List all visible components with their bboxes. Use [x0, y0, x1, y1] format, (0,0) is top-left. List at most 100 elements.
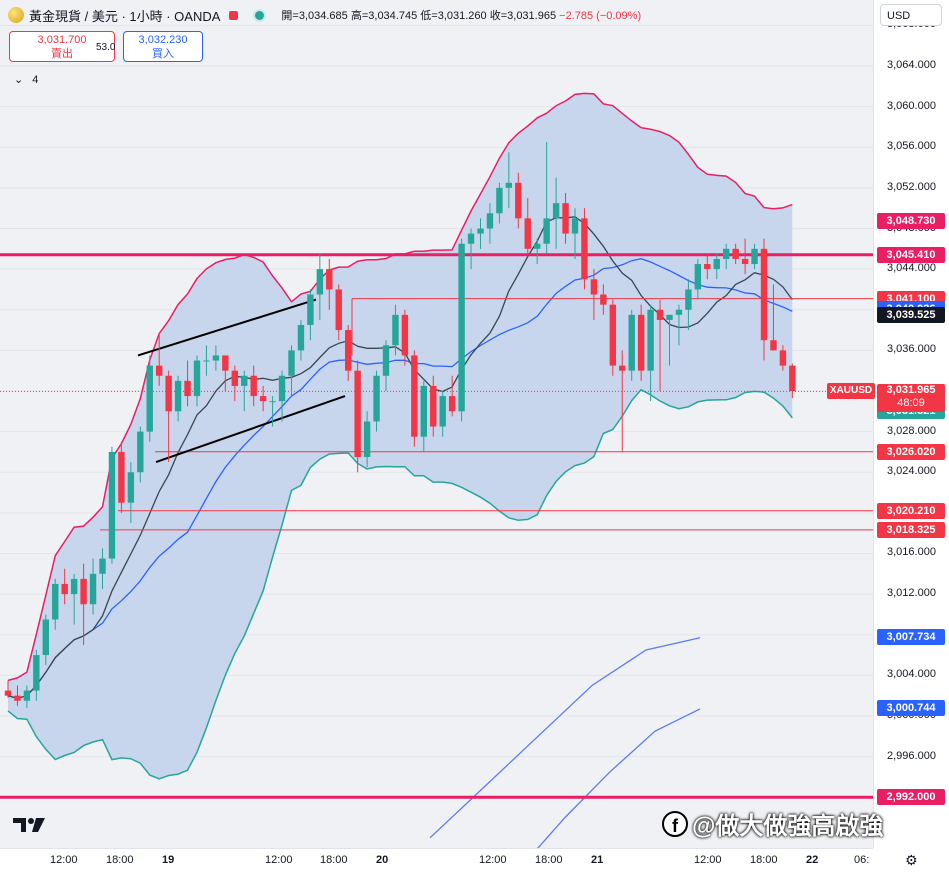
candle	[127, 472, 135, 503]
tradingview-logo-icon[interactable]	[12, 816, 46, 834]
close-value: 收=3,031.965	[489, 10, 557, 22]
candle	[4, 690, 12, 696]
time-tick: 18:00	[106, 854, 134, 866]
spread-value: 53.0	[96, 42, 116, 53]
price-tick: 3,060.000	[887, 99, 936, 112]
symbol-tag: XAUUSD	[827, 383, 875, 400]
indicators-toggle[interactable]: ⌄ 4	[14, 73, 38, 86]
candle	[14, 695, 21, 701]
candle	[609, 304, 616, 366]
price-label: 3,000.744	[877, 700, 945, 717]
candle	[108, 451, 116, 559]
candle	[89, 573, 97, 605]
chart-area[interactable]	[0, 0, 873, 848]
candle	[779, 350, 787, 366]
candle	[118, 451, 125, 503]
candle	[316, 269, 324, 295]
candle	[467, 233, 475, 244]
candle	[278, 375, 286, 402]
candle	[354, 370, 361, 458]
gear-icon[interactable]: ⚙	[905, 852, 918, 869]
price-label: 3,020.210	[877, 502, 945, 519]
flag-icon[interactable]	[229, 10, 239, 20]
price-tick: 3,052.000	[887, 180, 936, 193]
price-tick: 3,044.000	[887, 262, 936, 275]
candle	[184, 380, 191, 397]
facebook-icon: f	[662, 810, 688, 837]
price-label: 3,039.525	[877, 306, 945, 323]
candle	[515, 182, 522, 219]
buy-label: 買入	[152, 48, 174, 60]
candle	[628, 314, 635, 371]
candle	[250, 375, 257, 397]
buy-button[interactable]: 3,032.230 買入	[123, 31, 203, 62]
time-tick: 20	[376, 854, 389, 866]
candle	[411, 355, 418, 437]
candle	[345, 330, 352, 371]
candle	[373, 375, 380, 422]
candle	[326, 269, 333, 290]
candle	[193, 360, 201, 397]
price-chart[interactable]	[0, 0, 873, 848]
candle	[685, 289, 692, 310]
candle	[458, 243, 465, 412]
price-tick: 3,004.000	[887, 668, 936, 681]
candle	[297, 324, 305, 351]
candle	[477, 228, 484, 234]
candle	[33, 655, 40, 691]
candle	[212, 355, 220, 361]
candle	[760, 248, 768, 341]
price-axis[interactable]: 3,068.0003,064.0003,060.0003,056.0003,05…	[873, 0, 949, 848]
time-tick: 12:00	[50, 854, 78, 866]
candle	[496, 187, 503, 214]
time-tick: 12:00	[694, 854, 722, 866]
candle	[704, 264, 711, 270]
candle	[505, 182, 513, 188]
time-tick: 18:00	[535, 854, 563, 866]
candle	[619, 365, 626, 371]
candle	[770, 340, 777, 351]
candle	[363, 421, 371, 458]
price-label: 3,007.734	[877, 629, 945, 646]
candle	[448, 396, 456, 412]
watermark: f @做大做強高啟強	[662, 806, 883, 841]
candle	[666, 314, 673, 320]
time-tick: 06:	[854, 854, 870, 866]
candle	[288, 350, 295, 376]
candle	[231, 370, 238, 386]
candle	[590, 279, 598, 295]
candle	[401, 314, 409, 356]
bar-countdown: 48:09	[897, 397, 925, 410]
candle	[137, 431, 144, 473]
ohlc-values: 開=3,034.685 高=3,034.745 低=3,031.260 收=3,…	[281, 7, 641, 23]
candle	[534, 243, 541, 249]
price-label: 3,026.020	[877, 443, 945, 460]
symbol-title[interactable]: 黃金現貨 / 美元 · 1小時 · OANDA	[29, 6, 220, 25]
price-label: 3,018.325	[877, 521, 945, 538]
low-value: 低=3,031.260	[420, 10, 487, 22]
candle	[146, 365, 153, 432]
candle	[751, 248, 758, 265]
indicators-count: 4	[32, 74, 39, 86]
candle	[713, 258, 720, 270]
price-tick: 3,024.000	[887, 465, 936, 478]
candle	[269, 401, 276, 403]
price-label: 3,045.410	[877, 246, 945, 263]
candle	[42, 619, 49, 656]
candle	[675, 309, 683, 315]
time-axis[interactable]: 12:00 18:00 19 12:00 18:00 20 12:00 18:00 21 12:0…	[0, 848, 873, 874]
price-tick: 3,012.000	[887, 587, 936, 600]
candle	[439, 396, 446, 427]
candle	[552, 203, 560, 219]
price-tick: 2,996.000	[887, 749, 936, 762]
currency-select[interactable]: USD	[880, 4, 942, 26]
chart-legend: 黃金現貨 / 美元 · 1小時 · OANDA 開=3,034.685 高=3,…	[8, 5, 641, 25]
candle	[174, 380, 182, 412]
high-value: 高=3,034.745	[350, 10, 418, 22]
time-tick: 12:00	[479, 854, 507, 866]
gold-coin-icon	[8, 7, 24, 23]
candle	[382, 345, 390, 376]
candle	[335, 289, 342, 331]
candle	[222, 355, 229, 371]
candle	[600, 294, 607, 305]
